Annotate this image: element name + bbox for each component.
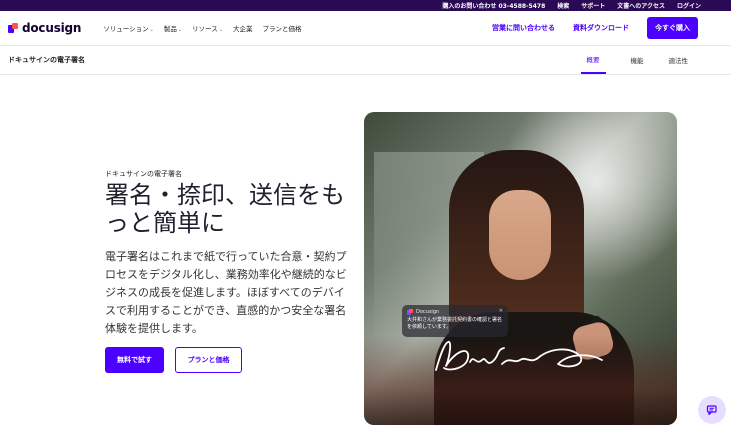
sub-nav: ドキュサインの電子署名 概要 機能 適法性 — [0, 45, 731, 75]
chat-button[interactable] — [698, 396, 726, 424]
hero-section: ドキュサインの電子署名 署名・捺印、送信をもっと簡単に 電子署名はこれまで紙で行… — [0, 75, 731, 437]
menu-item-solutions[interactable]: ソリューション⌄ — [103, 23, 154, 33]
contact-sales-link[interactable]: 営業に問い合わせる — [492, 23, 555, 33]
free-trial-button[interactable]: 無料で試す — [105, 347, 164, 373]
utility-sales-contact[interactable]: 購入のお問い合わせ 03-4588-5478 — [442, 1, 545, 10]
hero-description: 電子署名はこれまで紙で行っていた合意・契約プロセスをデジタル化し、業務効率化や継… — [105, 250, 347, 335]
chevron-down-icon: ⌄ — [177, 27, 183, 33]
buy-now-button[interactable]: 今すぐ購入 — [647, 17, 698, 39]
utility-login[interactable]: ログイン — [677, 1, 701, 10]
subnav-tabs: 概要 機能 適法性 — [580, 46, 689, 74]
menu-item-enterprise[interactable]: 大企業 — [233, 23, 253, 33]
menu-label: リソース — [192, 25, 218, 33]
menu-item-products[interactable]: 製品⌄ — [164, 23, 182, 33]
utility-bar: 購入のお問い合わせ 03-4588-5478 検索 サポート 文書へのアクセス … — [0, 0, 731, 11]
tab-overview[interactable]: 概要 — [580, 46, 606, 74]
main-nav: docusign ソリューション⌄ 製品⌄ リソース⌄ 大企業 プランと価格 営… — [0, 11, 731, 45]
primary-menu: ソリューション⌄ 製品⌄ リソース⌄ 大企業 プランと価格 — [103, 23, 301, 33]
notification-app-name: Docusign — [416, 309, 440, 315]
hero-eyebrow: ドキュサインの電子署名 — [105, 170, 182, 178]
menu-item-pricing[interactable]: プランと価格 — [262, 23, 301, 33]
logo[interactable]: docusign — [8, 21, 81, 35]
docusign-app-icon — [407, 309, 413, 315]
hero-headline: 署名・捺印、送信をもっと簡単に — [105, 181, 345, 237]
close-icon: ✕ — [498, 308, 503, 314]
chat-icon — [706, 405, 717, 416]
utility-support[interactable]: サポート — [581, 1, 605, 10]
utility-document-access[interactable]: 文書へのアクセス — [617, 1, 665, 10]
plans-pricing-button[interactable]: プランと価格 — [175, 347, 242, 373]
subnav-title: ドキュサインの電子署名 — [8, 56, 85, 64]
menu-item-resources[interactable]: リソース⌄ — [192, 23, 223, 33]
tab-features[interactable]: 機能 — [631, 46, 644, 74]
docusign-logo-icon — [8, 23, 18, 33]
signature-graphic — [435, 341, 603, 371]
menu-label: 製品 — [163, 25, 177, 33]
chevron-down-icon: ⌄ — [218, 27, 223, 33]
tab-legality[interactable]: 適法性 — [669, 46, 689, 74]
chevron-down-icon: ⌄ — [149, 27, 154, 33]
nav-actions: 営業に問い合わせる 資料ダウンロード 今すぐ購入 — [492, 17, 698, 39]
notification-message: 大井和さんが業務委託契約書の確認と署名を依頼しています。 — [407, 317, 503, 330]
notification-card: Docusign ✕ 大井和さんが業務委託契約書の確認と署名を依頼しています。 — [402, 305, 508, 337]
logo-text: docusign — [22, 21, 82, 35]
hero-image: Docusign ✕ 大井和さんが業務委託契約書の確認と署名を依頼しています。 — [364, 112, 677, 425]
menu-label: ソリューション — [103, 25, 149, 33]
download-link[interactable]: 資料ダウンロード — [573, 23, 629, 33]
utility-search[interactable]: 検索 — [557, 1, 569, 10]
